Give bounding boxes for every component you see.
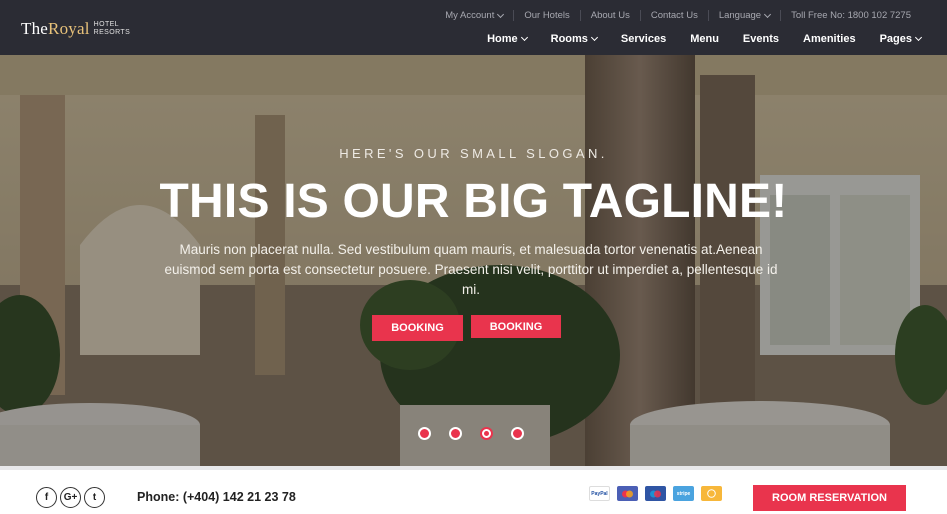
paypal-icon: PayPal [589,486,610,501]
social-links: f G+ t [36,487,108,508]
chevron-down-icon [590,33,598,42]
google-plus-icon[interactable]: G+ [60,487,81,508]
slider-dot-2[interactable] [449,427,462,440]
payment-methods: PayPal stripe [589,486,729,501]
stripe-icon: stripe [673,486,694,501]
top-link-label: My Account [445,10,495,21]
chevron-down-icon [914,33,923,42]
site-logo[interactable]: The Royal HOTEL RESORTS [21,19,130,39]
nav-item-services[interactable]: Services [621,33,666,45]
slider-dot-4[interactable] [511,427,524,440]
phone-number: Phone: (+404) 142 21 23 78 [137,490,296,504]
logo-word-royal: Royal [48,19,90,38]
hero-description: Mauris non placerat nulla. Sed vestibulu… [164,242,778,297]
top-link-contact-us[interactable]: Contact Us [639,10,708,21]
top-link-label: Language [718,10,762,21]
hero-buttons: BOOKING BOOKING [372,315,561,341]
bottom-info-bar: f G+ t Phone: (+404) 142 21 23 78 PayPal… [0,466,947,514]
room-reservation-button[interactable]: ROOM RESERVATION [753,485,906,511]
nav-label: Events [742,33,779,45]
mastercard-icon [617,486,638,501]
chevron-down-icon [520,33,528,42]
slider-pagination [418,427,542,440]
nav-item-amenities[interactable]: Amenities [803,33,856,45]
top-link-about-us[interactable]: About Us [579,10,640,21]
top-link-label: About Us [590,10,630,21]
top-link-language[interactable]: Language [707,10,780,21]
site-header: The Royal HOTEL RESORTS My Account Our H… [0,0,947,55]
hero-slider: HERE'S OUR SMALL SLOGAN. THIS IS OUR BIG… [0,55,947,466]
booking-button-secondary[interactable]: BOOKING [471,315,561,338]
hero-tagline: THIS IS OUR BIG TAGLINE! [159,175,788,228]
main-nav: Home Rooms Services Menu Events Amenitie… [463,33,923,45]
nav-label: Amenities [803,33,856,45]
logo-word-the: The [21,19,49,38]
nav-label: Pages [879,33,912,45]
nav-item-events[interactable]: Events [743,33,779,45]
slider-dot-1[interactable] [418,427,431,440]
toll-free-number: Toll Free No: 1800 102 7275 [780,10,921,21]
logo-sub-line1: HOTEL [93,21,119,28]
nav-item-rooms[interactable]: Rooms [550,33,598,45]
facebook-icon[interactable]: f [36,487,57,508]
top-link-our-hotels[interactable]: Our Hotels [513,10,579,21]
top-link-label: Our Hotels [524,10,570,21]
chevron-down-icon [764,10,772,18]
logo-subtitle: HOTEL RESORTS [94,21,131,37]
top-link-my-account[interactable]: My Account [435,10,513,21]
hero-slogan: HERE'S OUR SMALL SLOGAN. [339,146,608,161]
nav-item-pages[interactable]: Pages [879,33,923,45]
maestro-icon [645,486,666,501]
top-links-bar: My Account Our Hotels About Us Contact U… [435,9,921,22]
nav-item-menu[interactable]: Menu [690,33,719,45]
nav-label: Services [620,33,667,45]
chevron-down-icon [497,10,505,18]
nav-label: Home [487,33,518,45]
nav-item-home[interactable]: Home [487,33,528,45]
slider-dot-3-active[interactable] [480,427,493,440]
nav-label: Rooms [550,33,588,45]
twitter-icon[interactable]: t [84,487,105,508]
booking-button[interactable]: BOOKING [372,315,463,341]
logo-sub-line2: RESORTS [93,29,131,36]
bitcoin-icon [701,486,722,501]
toll-free-label: Toll Free No: 1800 102 7275 [791,10,911,21]
top-link-label: Contact Us [650,10,698,21]
nav-label: Menu [690,33,719,45]
